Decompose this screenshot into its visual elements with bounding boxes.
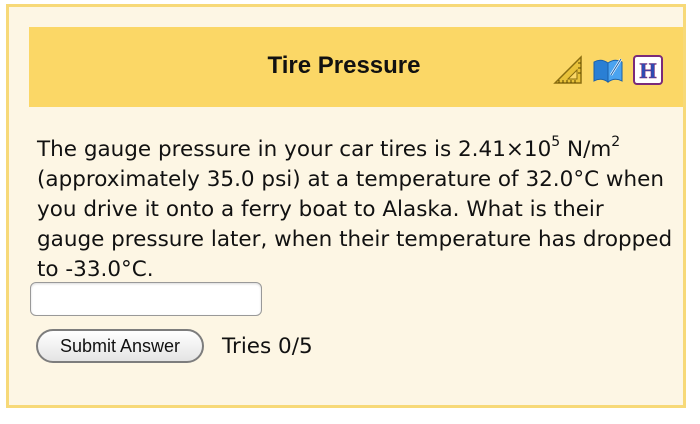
- header-icon-group: H: [551, 53, 665, 87]
- question-exponent1: 5: [551, 133, 561, 150]
- problem-header: Tire Pressure H: [29, 27, 683, 107]
- question-text: The gauge pressure in your car tires is …: [37, 135, 677, 285]
- hint-icon[interactable]: H: [631, 53, 665, 87]
- question-part1: The gauge pressure in your car tires is …: [37, 137, 552, 162]
- tries-counter: Tries 0/5: [222, 334, 313, 359]
- book-icon[interactable]: [591, 53, 625, 87]
- submit-answer-button[interactable]: Submit Answer: [36, 329, 204, 363]
- question-part3: (approximately 35.0 psi) at a temperatur…: [37, 167, 673, 282]
- question-part2: N/m: [560, 137, 612, 162]
- answer-input[interactable]: [30, 282, 262, 316]
- ruler-triangle-icon[interactable]: [551, 53, 585, 87]
- question-exponent2: 2: [611, 133, 621, 150]
- hint-letter: H: [639, 58, 656, 83]
